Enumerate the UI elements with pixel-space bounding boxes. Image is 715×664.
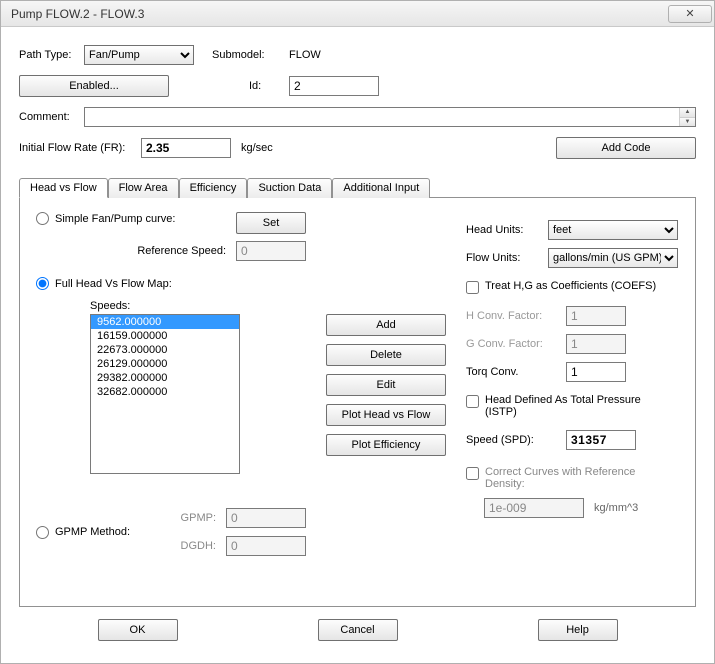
comment-label: Comment: [19, 111, 84, 123]
panel-right: Head Units: feet Flow Units: gallons/min… [466, 212, 679, 556]
correct-dens-checkbox[interactable] [466, 467, 479, 480]
tab-additional-input[interactable]: Additional Input [332, 178, 430, 198]
dialog-buttons: OK Cancel Help [19, 607, 696, 655]
close-button[interactable]: ✕ [668, 5, 712, 23]
tab-panel: Simple Fan/Pump curve: Set Reference Spe… [19, 198, 696, 607]
plot-efficiency-button[interactable]: Plot Efficiency [326, 434, 446, 456]
fullmap-label: Full Head Vs Flow Map: [55, 278, 172, 290]
speeds-listbox[interactable]: 9562.000000 16159.000000 22673.000000 26… [90, 314, 240, 474]
spin-down-icon[interactable]: ▼ [680, 118, 695, 127]
list-item[interactable]: 29382.000000 [91, 371, 239, 385]
correct-dens-label: Correct Curves with Reference Density: [485, 466, 675, 490]
hconv-label: H Conv. Factor: [466, 310, 566, 322]
gpmp-method-label: GPMP Method: [55, 526, 130, 538]
spin-up-icon[interactable]: ▲ [680, 108, 695, 118]
row-flowrate: Initial Flow Rate (FR): kg/sec Add Code [19, 137, 696, 159]
pathtype-label: Path Type: [19, 49, 84, 61]
refspeed-field [236, 241, 306, 261]
treat-coefs-label: Treat H,G as Coefficients (COEFS) [485, 280, 656, 292]
flowrate-unit: kg/sec [241, 142, 273, 154]
torqconv-field[interactable] [566, 362, 626, 382]
gpmp-row: GPMP Method: GPMP: DGDH: [36, 508, 306, 556]
tab-suction-data[interactable]: Suction Data [247, 178, 332, 198]
speed-spd-label: Speed (SPD): [466, 434, 566, 446]
enabled-button[interactable]: Enabled... [19, 75, 169, 97]
correct-dens-unit: kg/mm^3 [594, 502, 638, 514]
id-field[interactable] [289, 76, 379, 96]
comment-wrap: ▲ ▼ [84, 107, 696, 127]
list-item[interactable]: 26129.000000 [91, 357, 239, 371]
treat-coefs-checkbox[interactable] [466, 281, 479, 294]
id-label: Id: [249, 80, 289, 92]
delete-button[interactable]: Delete [326, 344, 446, 366]
hconv-field [566, 306, 626, 326]
speed-spd-field[interactable] [566, 430, 636, 450]
dgdh-field [226, 536, 306, 556]
gconv-label: G Conv. Factor: [466, 338, 566, 350]
flow-units-select[interactable]: gallons/min (US GPM) [548, 248, 678, 268]
tab-efficiency[interactable]: Efficiency [179, 178, 248, 198]
submodel-label: Submodel: [212, 49, 277, 61]
dialog-content: Path Type: Fan/Pump Submodel: FLOW Enabl… [1, 27, 714, 663]
tab-flow-area[interactable]: Flow Area [108, 178, 179, 198]
ok-button[interactable]: OK [98, 619, 178, 641]
refspeed-label: Reference Speed: [36, 245, 226, 257]
edit-button[interactable]: Edit [326, 374, 446, 396]
panel-left: Simple Fan/Pump curve: Set Reference Spe… [36, 212, 306, 556]
gconv-field [566, 334, 626, 354]
panel-mid: Add Delete Edit Plot Head vs Flow Plot E… [326, 212, 446, 556]
fullmap-radio[interactable] [36, 277, 49, 290]
pathtype-select[interactable]: Fan/Pump [84, 45, 194, 65]
torqconv-label: Torq Conv. [466, 366, 566, 378]
close-icon: ✕ [685, 7, 694, 20]
head-total-label: Head Defined As Total Pressure (ISTP) [485, 394, 665, 418]
row-comment: Comment: ▲ ▼ [19, 107, 696, 127]
panel-grid: Simple Fan/Pump curve: Set Reference Spe… [36, 212, 679, 556]
comment-field[interactable] [85, 108, 679, 126]
head-units-select[interactable]: feet [548, 220, 678, 240]
set-button[interactable]: Set [236, 212, 306, 234]
fullmap-row: Full Head Vs Flow Map: [36, 277, 306, 290]
flowrate-label: Initial Flow Rate (FR): [19, 142, 141, 154]
refspeed-row: Reference Speed: [36, 241, 306, 261]
help-button[interactable]: Help [538, 619, 618, 641]
titlebar: Pump FLOW.2 - FLOW.3 ✕ [1, 1, 714, 27]
dialog-window: Pump FLOW.2 - FLOW.3 ✕ Path Type: Fan/Pu… [0, 0, 715, 664]
submodel-value: FLOW [289, 49, 321, 61]
dgdh-label: DGDH: [166, 540, 216, 552]
gpmp-radio[interactable] [36, 526, 49, 539]
window-title: Pump FLOW.2 - FLOW.3 [11, 7, 668, 21]
tabstrip: Head vs Flow Flow Area Efficiency Suctio… [19, 177, 696, 198]
list-item[interactable]: 9562.000000 [91, 315, 239, 329]
head-total-checkbox[interactable] [466, 395, 479, 408]
list-item[interactable]: 32682.000000 [91, 385, 239, 399]
tab-head-vs-flow[interactable]: Head vs Flow [19, 178, 108, 198]
gpmp-field [226, 508, 306, 528]
head-units-label: Head Units: [466, 224, 548, 236]
add-code-button[interactable]: Add Code [556, 137, 696, 159]
simple-curve-label: Simple Fan/Pump curve: [55, 213, 175, 225]
list-item[interactable]: 22673.000000 [91, 343, 239, 357]
flowrate-field[interactable] [141, 138, 231, 158]
flow-units-label: Flow Units: [466, 252, 548, 264]
list-item[interactable]: 16159.000000 [91, 329, 239, 343]
add-button[interactable]: Add [326, 314, 446, 336]
simple-curve-radio[interactable] [36, 212, 49, 225]
row-pathtype: Path Type: Fan/Pump Submodel: FLOW [19, 45, 696, 65]
correct-dens-field [484, 498, 584, 518]
comment-spin: ▲ ▼ [679, 108, 695, 126]
gpmp-label: GPMP: [166, 512, 216, 524]
cancel-button[interactable]: Cancel [318, 619, 398, 641]
plot-head-flow-button[interactable]: Plot Head vs Flow [326, 404, 446, 426]
speeds-label: Speeds: [90, 300, 306, 312]
simple-curve-row: Simple Fan/Pump curve: [36, 212, 236, 225]
row-enabled: Enabled... Id: [19, 75, 696, 97]
